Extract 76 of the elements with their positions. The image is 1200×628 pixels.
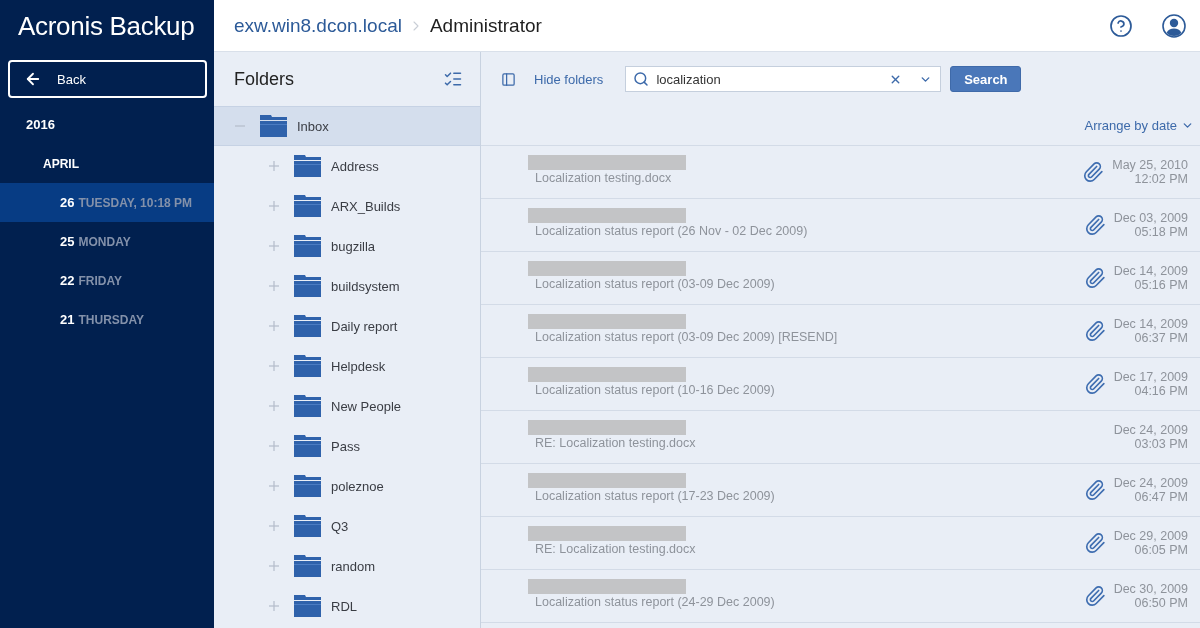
folder-icon — [294, 315, 321, 337]
folder-icon — [294, 395, 321, 417]
back-button[interactable]: Back — [8, 60, 207, 98]
plus-icon[interactable] — [269, 481, 279, 491]
plus-icon[interactable] — [269, 401, 279, 411]
plus-icon[interactable] — [269, 361, 279, 371]
plus-icon[interactable] — [269, 561, 279, 571]
plus-icon[interactable] — [269, 441, 279, 451]
folder-item[interactable]: New People — [214, 386, 480, 426]
message-date: Dec 03, 2009 — [1113, 211, 1188, 225]
message-time: 12:02 PM — [1134, 172, 1188, 186]
breadcrumb-current[interactable]: Administrator — [429, 14, 542, 37]
folder-item[interactable]: RDL — [214, 586, 480, 626]
plus-icon[interactable] — [269, 241, 279, 251]
checklist-icon[interactable] — [443, 69, 463, 89]
plus-icon[interactable] — [269, 521, 279, 531]
backup-date-item[interactable]: 22 FRIDAY — [0, 261, 214, 300]
plus-icon[interactable] — [269, 321, 279, 331]
folder-item[interactable]: Address — [214, 146, 480, 186]
folder-item[interactable]: random — [214, 546, 480, 586]
plus-icon[interactable] — [269, 601, 279, 611]
folder-icon — [294, 515, 321, 537]
help-icon[interactable] — [1109, 13, 1133, 38]
folder-icon — [260, 115, 287, 137]
backup-date-item[interactable]: 25 MONDAY — [0, 222, 214, 261]
message-date: May 25, 2010 — [1112, 158, 1188, 172]
message-date: Dec 17, 2009 — [1113, 370, 1188, 384]
message-date: Dec 30, 2009 — [1113, 582, 1188, 596]
folder-icon — [294, 595, 321, 617]
message-time: 06:50 PM — [1134, 596, 1188, 610]
folder-item[interactable]: Pass — [214, 426, 480, 466]
message-date: Dec 14, 2009 — [1113, 264, 1188, 278]
folder-item[interactable]: Helpdesk — [214, 346, 480, 386]
folder-icon — [294, 275, 321, 297]
month-item[interactable]: APRIL — [0, 144, 214, 183]
plus-icon[interactable] — [269, 161, 279, 171]
sort-dropdown[interactable]: Arrange by date — [1084, 118, 1194, 133]
backup-date-item[interactable]: 21 THURSDAY — [0, 300, 214, 339]
backup-date-item[interactable]: 26 TUESDAY, 10:18 PM — [0, 183, 214, 222]
app-logo: Acronis Backup — [18, 10, 195, 42]
search-button[interactable]: Search — [950, 66, 1022, 92]
folder-icon — [294, 155, 321, 177]
folder-icon — [294, 195, 321, 217]
search-icon — [633, 71, 650, 87]
search-field[interactable]: localization — [625, 66, 942, 92]
folder-icon — [294, 235, 321, 257]
folder-item[interactable]: Q3 — [214, 506, 480, 546]
hide-folders-link[interactable]: Hide folders — [534, 71, 604, 87]
message-time: 05:16 PM — [1134, 278, 1188, 292]
folder-item[interactable]: ARX_Builds — [214, 186, 480, 226]
message-time: 06:37 PM — [1134, 331, 1188, 345]
message-time: 06:05 PM — [1134, 543, 1188, 557]
folder-item[interactable]: bugzilla — [214, 226, 480, 266]
message-time: 05:18 PM — [1134, 225, 1188, 239]
folder-icon — [294, 475, 321, 497]
message-date: Dec 24, 2009 — [1113, 423, 1188, 437]
plus-icon[interactable] — [269, 201, 279, 211]
message-time: 06:47 PM — [1134, 490, 1188, 504]
message-date: Dec 29, 2009 — [1113, 529, 1188, 543]
year-item[interactable]: 2016 — [0, 105, 214, 144]
plus-icon[interactable] — [269, 281, 279, 291]
user-icon[interactable] — [1162, 13, 1186, 38]
message-date: Dec 24, 2009 — [1113, 476, 1188, 490]
message-time: 04:16 PM — [1134, 384, 1188, 398]
message-date: Dec 14, 2009 — [1113, 317, 1188, 331]
folder-item[interactable]: Daily report — [214, 306, 480, 346]
message-time: 03:03 PM — [1134, 437, 1188, 451]
folder-icon — [294, 355, 321, 377]
folder-item[interactable]: buildsystem — [214, 266, 480, 306]
folder-item[interactable]: Inbox — [214, 106, 480, 146]
breadcrumb-link[interactable]: exw.win8.dcon.local — [234, 14, 402, 37]
folder-item[interactable]: poleznoe — [214, 466, 480, 506]
folder-icon — [294, 555, 321, 577]
panel-icon[interactable] — [501, 71, 516, 87]
panel-title: Folders — [234, 68, 295, 90]
folder-icon — [294, 435, 321, 457]
